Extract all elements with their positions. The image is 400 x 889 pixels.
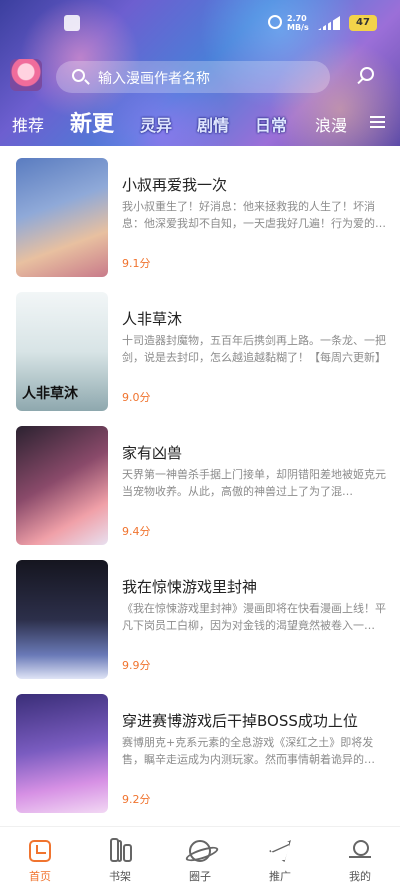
list-item[interactable]: 穿进赛博游戏后干掉BOSS成功上位 赛博朋克+克系元素的全息游戏《深红之土》即将… [0, 682, 400, 816]
nav-label: 首页 [29, 870, 51, 883]
comic-score: 9.1分 [122, 257, 151, 270]
nav-promote[interactable]: 推广 [240, 827, 320, 889]
list-item[interactable]: 人非草沐 人非草沐 十司造器封魔物，五百年后携剑再上路。一条龙、一把剑，说是去封… [0, 280, 400, 414]
search-icon [72, 69, 85, 82]
list-item[interactable]: 家有凶兽 天界第一神兽杀手据上门接单，却阴错阳差地被姬克元当宠物收养。从此，高傲… [0, 414, 400, 548]
profile-icon [349, 840, 371, 862]
search-placeholder: 输入漫画作者名称 [98, 71, 210, 87]
comic-title[interactable]: 人非草沐 [122, 308, 182, 329]
menu-icon[interactable] [370, 116, 385, 128]
comic-cover[interactable]: 人非草沐 [16, 292, 108, 411]
comic-description: 赛博朋克+克系元素的全息游戏《深红之土》即将发售，瞩辛走运成为内测玩家。然而事情… [122, 736, 375, 766]
tab-recommend[interactable]: 推荐 [12, 112, 44, 136]
comic-cover[interactable] [16, 426, 108, 545]
nav-label: 我的 [349, 870, 371, 883]
comic-title[interactable]: 小叔再爱我一次 [122, 174, 227, 195]
comic-score: 9.4分 [122, 525, 151, 538]
tab-new-updates[interactable]: 新更 [70, 106, 114, 138]
comic-cover[interactable] [16, 694, 108, 813]
comic-cover[interactable] [16, 158, 108, 277]
avatar[interactable] [10, 59, 42, 91]
nav-circle[interactable]: 圈子 [160, 827, 240, 889]
comic-score: 9.2分 [122, 793, 151, 806]
nav-label: 推广 [269, 870, 291, 883]
network-speed: 2.70 MB/s [287, 14, 309, 32]
nav-label: 圈子 [189, 870, 211, 883]
comic-list: 小叔再爱我一次 我小叔重生了！好消息：他来拯救我的人生了！坏消息：他深爱我却不自… [0, 146, 400, 826]
tab-drama[interactable]: 剧情 [197, 112, 229, 136]
cover-title: 人非草沐 [22, 386, 78, 402]
comic-score: 9.0分 [122, 391, 151, 404]
send-icon [269, 840, 291, 862]
search-input[interactable]: 输入漫画作者名称 [56, 61, 330, 93]
nav-bookshelf[interactable]: 书架 [80, 827, 160, 889]
bookshelf-icon [109, 838, 132, 862]
comic-description: 十司造器封魔物，五百年后携剑再上路。一条龙、一把剑，说是去封印，怎么越追越黏糊了… [122, 334, 386, 364]
tab-supernatural[interactable]: 灵异 [140, 112, 172, 136]
status-bar: 2.70 MB/s 47 [0, 0, 400, 48]
comic-cover[interactable] [16, 560, 108, 679]
comic-description: 我小叔重生了！好消息：他来拯救我的人生了！坏消息：他深爱我却不自知，一天虐我好几… [122, 200, 386, 230]
bottom-nav: 首页 书架 圈子 推广 我的 [0, 826, 400, 889]
comic-description: 《我在惊悚游戏里封神》漫画即将在快看漫画上线！平凡下岗员工白柳，因为对金钱的渴望… [122, 602, 386, 632]
planet-icon [189, 840, 211, 862]
list-item[interactable]: 小叔再爱我一次 我小叔重生了！好消息：他来拯救我的人生了！坏消息：他深爱我却不自… [0, 146, 400, 280]
comic-title[interactable]: 家有凶兽 [122, 442, 182, 463]
notification-icon [64, 15, 80, 31]
tab-daily[interactable]: 日常 [255, 112, 287, 136]
tab-romance[interactable]: 浪漫 [315, 112, 347, 136]
comic-score: 9.9分 [122, 659, 151, 672]
nav-mine[interactable]: 我的 [320, 827, 400, 889]
home-icon [29, 840, 51, 862]
comic-description: 天界第一神兽杀手据上门接单，却阴错阳差地被姬克元当宠物收养。从此，高傲的神兽过上… [122, 468, 386, 498]
comic-title[interactable]: 我在惊悚游戏里封神 [122, 576, 257, 597]
list-item[interactable]: 我在惊悚游戏里封神 《我在惊悚游戏里封神》漫画即将在快看漫画上线！平凡下岗员工白… [0, 548, 400, 682]
signal-icon [318, 16, 340, 30]
category-tabs: 推荐 新更 灵异 剧情 日常 浪漫 [0, 106, 400, 142]
top-header: 2.70 MB/s 47 输入漫画作者名称 推荐 新更 灵异 剧情 日常 浪漫 [0, 0, 400, 146]
nav-home[interactable]: 首页 [0, 827, 80, 889]
comic-title[interactable]: 穿进赛博游戏后干掉BOSS成功上位 [122, 710, 358, 731]
search-submit-icon[interactable] [360, 67, 374, 81]
alarm-icon [268, 15, 282, 29]
battery-indicator: 47 [349, 15, 377, 31]
nav-label: 书架 [109, 870, 131, 883]
